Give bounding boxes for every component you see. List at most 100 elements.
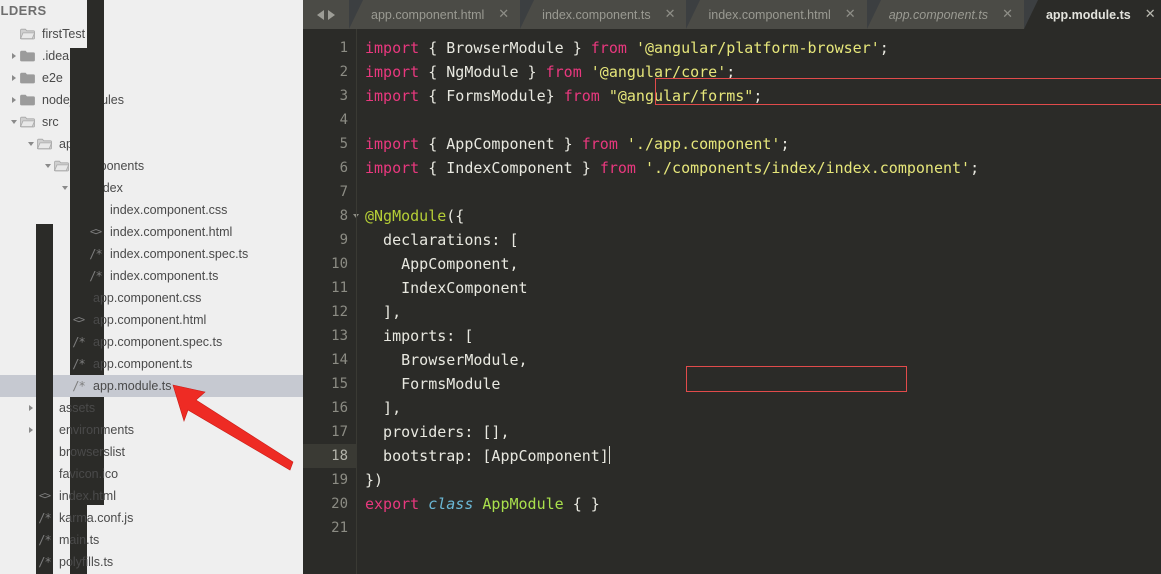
close-icon[interactable]: ✕	[845, 8, 856, 21]
code-line-4[interactable]	[365, 108, 1161, 132]
code-line-14[interactable]: BrowserModule,	[365, 348, 1161, 372]
ts-file-icon: /*	[38, 533, 51, 547]
line-number-3: 3	[339, 88, 348, 104]
twisty-spacer	[25, 485, 36, 507]
tree-item-node-modules[interactable]: node_modules	[0, 89, 303, 111]
tree-item-label: index.component.html	[110, 225, 233, 239]
code-line-19[interactable]: })	[365, 468, 1161, 492]
line-number-20: 20	[331, 496, 348, 512]
code-line-7[interactable]	[365, 180, 1161, 204]
sidebar-header: OLDERS	[0, 3, 47, 18]
tree-item-label: e2e	[42, 71, 63, 85]
twisty-spacer	[25, 463, 36, 485]
editor-tab-app-module-ts[interactable]: app.module.ts ✕	[1023, 0, 1161, 29]
tree-item-label: browserslist	[59, 445, 125, 459]
tree-item-label: environments	[59, 423, 135, 437]
close-icon[interactable]: ✕	[1145, 8, 1156, 21]
code-line-1[interactable]: import { BrowserModule } from '@angular/…	[365, 36, 1161, 60]
code-line-13[interactable]: imports: [	[365, 324, 1161, 348]
code-line-16[interactable]: ],	[365, 396, 1161, 420]
editor-tab-app-component-ts[interactable]: app.component.ts ✕	[866, 0, 1024, 29]
chevron-right-icon[interactable]	[25, 419, 36, 441]
tree-item-label: polyfills.ts	[59, 555, 114, 569]
chevron-right-icon[interactable]	[8, 45, 19, 67]
tree-item-label: index.component.css	[110, 203, 228, 217]
code-line-15[interactable]: FormsModule	[365, 372, 1161, 396]
chevron-down-icon[interactable]	[42, 155, 53, 177]
code-line-5[interactable]: import { AppComponent } from './app.comp…	[365, 132, 1161, 156]
line-number-7: 7	[339, 184, 348, 200]
ts-file-icon: /*	[72, 357, 85, 371]
code-line-3[interactable]: import { FormsModule} from "@angular/for…	[365, 84, 1161, 108]
chevron-right-icon[interactable]	[8, 89, 19, 111]
tree-item-components[interactable]: components	[0, 155, 303, 177]
tree-item-firsttest[interactable]: firstTest	[0, 23, 303, 45]
code-line-8[interactable]: @NgModule({	[365, 204, 1161, 228]
code-area[interactable]: 1 2 3 4 5 6 7 8 9 10 11 12 13 14 15 16 17 18 19 20 21 import…	[303, 29, 1161, 574]
close-icon[interactable]: ✕	[665, 8, 676, 21]
line-number-2: 2	[339, 64, 348, 80]
close-icon[interactable]: ✕	[1002, 8, 1013, 21]
arrow-right-icon[interactable]	[328, 9, 335, 20]
tree-item-label: index.component.spec.ts	[110, 247, 249, 261]
tab-label: app.module.ts	[1045, 7, 1131, 22]
editor-tab-app-component-html[interactable]: app.component.html ✕	[349, 0, 521, 29]
close-icon[interactable]: ✕	[498, 8, 509, 21]
code-editor-pane: app.component.html ✕ index.component.ts ✕ in…	[303, 0, 1161, 574]
code-line-9[interactable]: declarations: [	[365, 228, 1161, 252]
tree-item-index-component-css[interactable]: /*index.component.css	[0, 199, 303, 221]
file-tree[interactable]: firstTest .idea e2e node_modulessrc appcompo…	[0, 0, 303, 574]
code-line-20[interactable]: export class AppModule { }	[365, 492, 1161, 516]
tree-item-index[interactable]: index	[0, 177, 303, 199]
tree-item-label: app.component.ts	[93, 357, 193, 371]
code-line-18[interactable]: bootstrap: [AppComponent]	[365, 444, 1161, 468]
line-number-9: 9	[339, 232, 348, 248]
chevron-down-icon[interactable]	[25, 133, 36, 155]
tab-label: app.component.html	[371, 7, 485, 22]
code-line-6[interactable]: import { IndexComponent } from './compon…	[365, 156, 1161, 180]
code-line-2[interactable]: import { NgModule } from '@angular/core'…	[365, 60, 1161, 84]
line-number-6: 6	[339, 160, 348, 176]
tree-item-label: index.component.ts	[110, 269, 219, 283]
tree-item--idea[interactable]: .idea	[0, 45, 303, 67]
chevron-down-icon[interactable]	[8, 111, 19, 133]
folder-icon	[19, 89, 36, 111]
source-code-text[interactable]: import { BrowserModule } from '@angular/…	[357, 29, 1161, 574]
tree-item-main-ts[interactable]: /* main.ts	[0, 529, 303, 551]
tree-item-src[interactable]: src	[0, 111, 303, 133]
tree-item-index-html[interactable]: <> index.html	[0, 223, 303, 574]
editor-tab-bar[interactable]: app.component.html ✕ index.component.ts ✕ in…	[303, 0, 1161, 29]
line-number-gutter: 1 2 3 4 5 6 7 8 9 10 11 12 13 14 15 16 17 18 19 20 21	[303, 29, 359, 574]
chevron-down-icon[interactable]	[59, 177, 70, 199]
tree-item-label: app.component.spec.ts	[93, 335, 223, 349]
code-line-17[interactable]: providers: [],	[365, 420, 1161, 444]
twisty-spacer	[59, 353, 70, 375]
twisty-spacer	[25, 551, 36, 573]
ts-file-icon: /*	[89, 247, 102, 261]
code-line-10[interactable]: AppComponent,	[365, 252, 1161, 276]
line-number-10: 10	[331, 256, 348, 272]
code-line-11[interactable]: IndexComponent	[365, 276, 1161, 300]
line-number-1: 1	[339, 40, 348, 56]
folder-open-icon	[19, 111, 36, 133]
tree-item-label: app.module.ts	[93, 379, 172, 393]
tree-item-karma-conf-js[interactable]: /* karma.conf.js	[0, 507, 303, 529]
tree-item-e2e[interactable]: e2e	[0, 67, 303, 89]
tree-item-polyfills-ts[interactable]: /* polyfills.ts	[0, 551, 303, 573]
folder-icon	[19, 45, 36, 67]
folder-icon	[19, 67, 36, 89]
tree-item-label: karma.conf.js	[59, 511, 134, 525]
line-number-11: 11	[331, 280, 348, 296]
code-line-12[interactable]: ],	[365, 300, 1161, 324]
tab-nav-buttons[interactable]	[303, 0, 349, 29]
editor-tab-index-component-html[interactable]: index.component.html ✕	[686, 0, 867, 29]
tab-label: index.component.html	[708, 7, 831, 22]
text-cursor	[608, 446, 610, 464]
file-explorer-sidebar[interactable]: OLDERS firstTest .idea e2e node_modulessrc a…	[0, 0, 303, 574]
arrow-left-icon[interactable]	[317, 9, 324, 20]
code-line-21[interactable]	[365, 516, 1161, 540]
editor-tab-index-component-ts[interactable]: index.component.ts ✕	[520, 0, 687, 29]
tree-item-app[interactable]: app	[0, 133, 303, 155]
chevron-right-icon[interactable]	[8, 67, 19, 89]
chevron-right-icon[interactable]	[25, 397, 36, 419]
